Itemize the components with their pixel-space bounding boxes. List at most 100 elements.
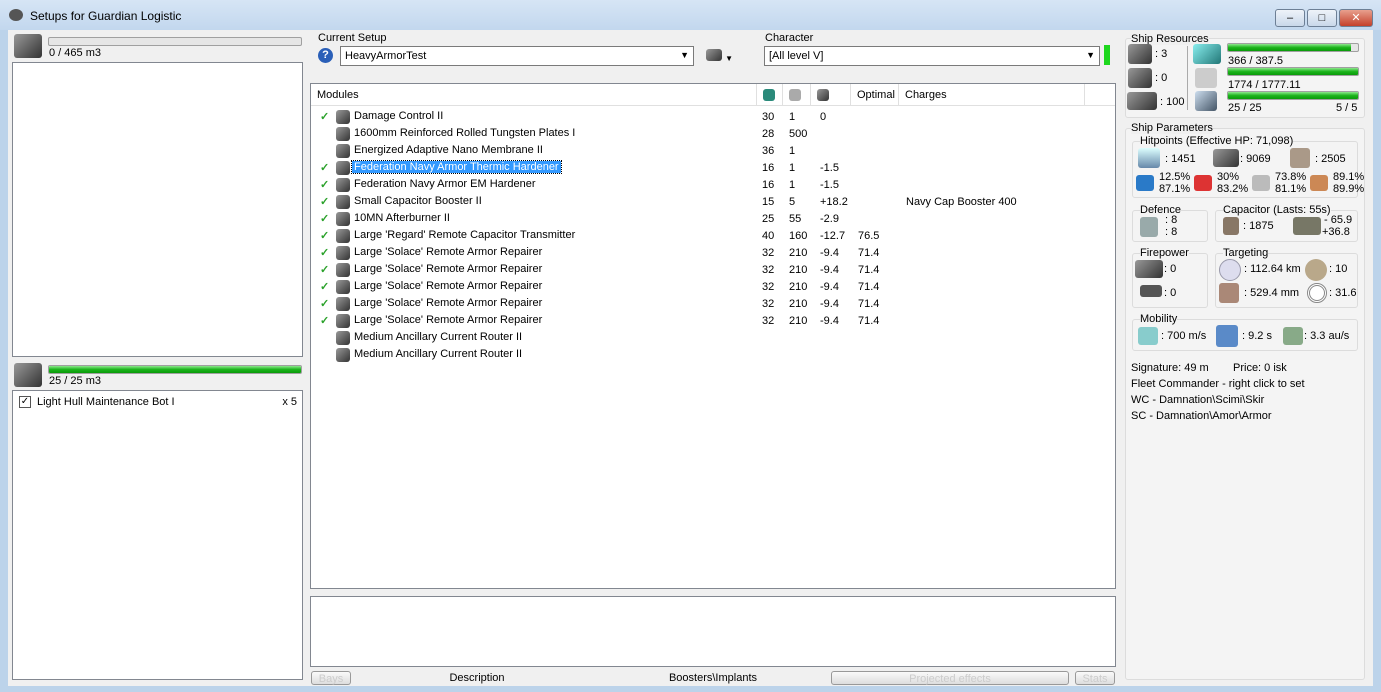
active-check-icon[interactable]: ✓ (320, 195, 329, 208)
module-name: 1600mm Reinforced Rolled Tungsten Plates… (354, 127, 576, 139)
module-cpu: 32 (762, 298, 775, 310)
module-cpu: 16 (762, 162, 775, 174)
module-row[interactable]: ✓ Large 'Solace' Remote Armor Repairer 32 2… (311, 262, 1115, 279)
tab-description[interactable]: Description (420, 671, 534, 685)
module-icon (336, 229, 350, 243)
module-row[interactable]: ✓ Large 'Regard' Remote Capacitor Transmi… (311, 228, 1115, 245)
module-cpu: 28 (762, 128, 775, 140)
tab-bays[interactable]: Bays (311, 671, 351, 685)
active-check-icon[interactable]: ✓ (320, 280, 329, 293)
col-powergrid[interactable] (783, 84, 811, 106)
drone-bandwidth-bar (1227, 91, 1359, 100)
squad-commander[interactable]: SC - Damnation\Amor\Armor (1131, 410, 1272, 422)
defence-icon (1140, 217, 1158, 237)
align-time: : 9.2 s (1242, 330, 1272, 342)
module-cpu: 16 (762, 179, 775, 191)
tab-boosters-implants[interactable]: Boosters\Implants (650, 671, 776, 685)
module-name: Energized Adaptive Nano Membrane II (354, 144, 543, 156)
explosive-resist-icon (1310, 175, 1328, 191)
close-button[interactable]: ✕ (1339, 9, 1373, 27)
setup-value: HeavyArmorTest (345, 50, 427, 62)
module-row[interactable]: ✓ Large 'Solace' Remote Armor Repairer 32 2… (311, 279, 1115, 296)
col-charges[interactable]: Charges (899, 84, 1085, 106)
module-row[interactable]: ✓ Large 'Solace' Remote Armor Repairer 32 2… (311, 313, 1115, 330)
hitpoints-title: Hitpoints (Effective HP: 71,098) (1140, 135, 1294, 147)
module-row[interactable]: ✓ Large 'Solace' Remote Armor Repairer 32 2… (311, 296, 1115, 313)
col-cpu[interactable] (757, 84, 783, 106)
module-row[interactable]: ✓ 10MN Afterburner II 25 55 -2.9 (311, 211, 1115, 228)
powergrid-icon (1195, 68, 1217, 88)
drone-bandwidth-icon (1195, 91, 1217, 111)
active-check-icon[interactable]: ✓ (320, 246, 329, 259)
character-select[interactable]: [All level V] ▼ (764, 46, 1100, 66)
module-cpu: 32 (762, 264, 775, 276)
active-check-icon[interactable]: ✓ (320, 297, 329, 310)
module-icon (336, 178, 350, 192)
module-capacitor: -1.5 (820, 179, 839, 191)
module-name: Small Capacitor Booster II (354, 195, 482, 207)
turret-slots: : 3 (1155, 48, 1168, 60)
active-drones: 5 / 5 (1336, 102, 1358, 114)
active-check-icon[interactable]: ✓ (320, 178, 329, 191)
ship-menu-button[interactable]: ▼ (706, 49, 736, 63)
module-row[interactable]: Energized Adaptive Nano Membrane II 36 1 (311, 143, 1115, 160)
drone-name: Light Hull Maintenance Bot I (37, 396, 175, 408)
max-velocity: : 700 m/s (1161, 330, 1207, 342)
module-powergrid: 55 (789, 213, 802, 225)
maximize-button[interactable]: □ (1307, 9, 1337, 27)
drone-list[interactable]: ✓ Light Hull Maintenance Bot I x 5 (12, 390, 303, 680)
cpu-usage: 366 / 387.5 (1228, 55, 1284, 67)
module-icon (336, 348, 350, 362)
tab-projected-effects[interactable]: Projected effects (831, 671, 1069, 685)
em-armor-resist: 87.1% (1159, 183, 1191, 195)
module-powergrid: 1 (789, 162, 796, 174)
module-cpu: 32 (762, 315, 775, 327)
drone-item[interactable]: ✓ Light Hull Maintenance Bot I x 5 (19, 395, 297, 411)
align-time-icon (1216, 325, 1238, 347)
col-capacitor[interactable] (811, 84, 851, 106)
module-name: Large 'Regard' Remote Capacitor Transmit… (354, 229, 576, 241)
cargo-list[interactable] (12, 62, 303, 357)
wing-commander[interactable]: WC - Damnation\Scimi\Skir (1131, 394, 1264, 406)
active-check-icon[interactable]: ✓ (320, 263, 329, 276)
module-row[interactable]: ✓ Damage Control II 30 1 0 (311, 109, 1115, 126)
active-check-icon[interactable]: ✓ (320, 229, 329, 242)
module-cpu: 36 (762, 145, 775, 157)
powergrid-usage: 1774 / 1777.11 (1228, 79, 1301, 91)
active-check-icon[interactable]: ✓ (320, 314, 329, 327)
fleet-commander[interactable]: Fleet Commander - right click to set (1131, 378, 1305, 390)
explosive-shield-resist: 89.1% (1333, 171, 1365, 183)
active-check-icon[interactable]: ✓ (320, 161, 329, 174)
module-row[interactable]: ✓ Small Capacitor Booster II 15 5 +18.2 Navy … (311, 194, 1115, 211)
module-row[interactable]: Medium Ancillary Current Router II (311, 330, 1115, 347)
active-check-icon[interactable]: ✓ (320, 212, 329, 225)
setup-select[interactable]: HeavyArmorTest ▼ (340, 46, 694, 66)
modules-table[interactable]: Modules Optimal Charges ✓ Damage Control … (310, 83, 1116, 589)
drone-checkbox[interactable]: ✓ (19, 396, 31, 408)
cpu-icon (763, 89, 775, 101)
module-row[interactable]: 1600mm Reinforced Rolled Tungsten Plates… (311, 126, 1115, 143)
col-modules[interactable]: Modules (311, 84, 757, 106)
module-optimal: 76.5 (858, 230, 880, 242)
em-shield-resist: 12.5% (1159, 171, 1191, 183)
warp-speed: : 3.3 au/s (1304, 330, 1350, 342)
module-powergrid: 160 (789, 230, 808, 242)
mobility-title: Mobility (1140, 313, 1178, 325)
module-powergrid: 210 (789, 247, 808, 259)
module-icon (336, 331, 350, 345)
kinetic-armor-resist: 81.1% (1275, 183, 1307, 195)
targeting-range-icon (1219, 259, 1241, 281)
active-check-icon[interactable]: ✓ (320, 110, 329, 123)
tab-stats[interactable]: Stats (1075, 671, 1115, 685)
col-optimal[interactable]: Optimal (851, 84, 899, 106)
help-icon[interactable]: ? (318, 48, 333, 63)
module-name: 10MN Afterburner II (354, 212, 450, 224)
shield-hp: : 1451 (1165, 153, 1196, 165)
module-row[interactable]: ✓ Large 'Solace' Remote Armor Repairer 32 2… (311, 245, 1115, 262)
module-row[interactable]: Medium Ancillary Current Router II (311, 347, 1115, 364)
cap-recharge-icon (1293, 217, 1321, 235)
module-row[interactable]: ✓ Federation Navy Armor EM Hardener 16 1 -1.… (311, 177, 1115, 194)
app-icon (9, 9, 23, 21)
module-row[interactable]: ✓ Federation Navy Armor Thermic Hardener 1… (311, 160, 1115, 177)
minimize-button[interactable]: – (1275, 9, 1305, 27)
